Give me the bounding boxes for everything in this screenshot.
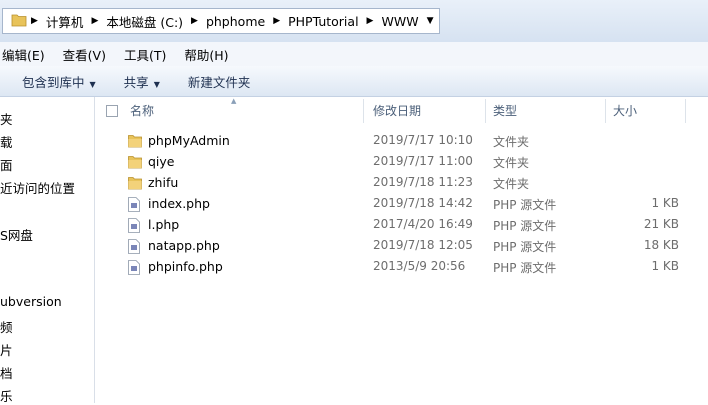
breadcrumb-item-phptutorial[interactable]: PHPTutorial ▶: [288, 14, 373, 29]
file-type: PHP 源文件: [493, 261, 557, 275]
column-type[interactable]: 类型: [493, 97, 517, 125]
nav-item[interactable]: 夹: [0, 109, 13, 128]
chevron-down-icon[interactable]: ▼: [427, 16, 434, 26]
sort-arrow-icon: ▲: [231, 97, 237, 105]
file-name: index.php: [148, 196, 210, 211]
file-size: 21 KB: [643, 217, 679, 231]
breadcrumb: ▶ 计算机 ▶ 本地磁盘 (C:) ▶ phphome ▶ PHPTutorial ▶ …: [31, 9, 433, 33]
column-divider[interactable]: [685, 99, 686, 123]
file-date: 2019/7/18 14:42: [373, 196, 473, 210]
nav-item[interactable]: ubversion: [0, 294, 62, 309]
file-row[interactable]: qiye 2019/7/17 11:00 文件夹: [95, 152, 708, 173]
file-type: 文件夹: [493, 156, 530, 170]
nav-item[interactable]: 频: [0, 317, 13, 336]
file-name: natapp.php: [148, 238, 220, 253]
chevron-right-icon[interactable]: ▶: [31, 16, 38, 26]
menu-edit[interactable]: 编辑(E): [2, 45, 45, 64]
file-name: phpMyAdmin: [148, 133, 230, 148]
address-bar-area: ▶ 计算机 ▶ 本地磁盘 (C:) ▶ phphome ▶ PHPTutorial ▶ …: [0, 0, 708, 42]
folder-icon: [128, 135, 142, 148]
file-type: 文件夹: [493, 135, 530, 149]
php-file-icon: [128, 260, 140, 275]
address-bar[interactable]: ▶ 计算机 ▶ 本地磁盘 (C:) ▶ phphome ▶ PHPTutorial ▶ …: [2, 8, 440, 34]
nav-item[interactable]: 片: [0, 340, 13, 359]
chevron-right-icon[interactable]: ▶: [367, 16, 374, 26]
select-all-checkbox[interactable]: [106, 105, 118, 117]
folder-icon: [11, 14, 27, 27]
file-row[interactable]: index.php 2019/7/18 14:42 PHP 源文件 1 KB: [95, 194, 708, 215]
file-name: phpinfo.php: [148, 259, 223, 274]
nav-item[interactable]: 乐: [0, 386, 13, 405]
nav-item[interactable]: S网盘: [0, 225, 33, 244]
dropdown-arrow-icon: ▼: [153, 79, 160, 89]
file-type: PHP 源文件: [493, 198, 557, 212]
php-file-icon: [128, 218, 140, 233]
column-divider[interactable]: [363, 99, 364, 123]
file-size: 1 KB: [651, 196, 679, 210]
column-name[interactable]: 名称: [130, 97, 154, 125]
file-type: PHP 源文件: [493, 219, 557, 233]
nav-item[interactable]: 近访问的位置: [0, 178, 75, 197]
include-in-library-button[interactable]: 包含到库中 ▼: [22, 72, 96, 91]
file-name: zhifu: [148, 175, 179, 190]
column-header-row: ▲ 名称 修改日期 类型 大小: [95, 97, 708, 125]
nav-item[interactable]: 档: [0, 363, 13, 382]
breadcrumb-item-phphome[interactable]: phphome ▶: [206, 14, 280, 29]
file-date: 2013/5/9 20:56: [373, 259, 466, 273]
file-type: PHP 源文件: [493, 240, 557, 254]
file-date: 2017/4/20 16:49: [373, 217, 473, 231]
file-size: 1 KB: [651, 259, 679, 273]
command-bar: 包含到库中 ▼ 共享 ▼ 新建文件夹: [0, 66, 708, 97]
file-name: l.php: [148, 217, 180, 232]
navigation-pane: 夹 载 面 近访问的位置 S网盘 ubversion 频 片 档 乐: [0, 97, 95, 405]
share-button[interactable]: 共享 ▼: [124, 72, 160, 91]
breadcrumb-item-www[interactable]: WWW ▼: [381, 14, 433, 29]
chevron-right-icon[interactable]: ▶: [91, 16, 98, 26]
folder-icon: [128, 177, 142, 190]
menu-tools[interactable]: 工具(T): [124, 45, 166, 64]
php-file-icon: [128, 239, 140, 254]
php-file-icon: [128, 197, 140, 212]
file-name: qiye: [148, 154, 175, 169]
file-row[interactable]: l.php 2017/4/20 16:49 PHP 源文件 21 KB: [95, 215, 708, 236]
folder-icon: [128, 156, 142, 169]
new-folder-button[interactable]: 新建文件夹: [188, 72, 251, 91]
chevron-right-icon[interactable]: ▶: [273, 16, 280, 26]
file-row[interactable]: natapp.php 2019/7/18 12:05 PHP 源文件 18 KB: [95, 236, 708, 257]
file-date: 2019/7/17 11:00: [373, 154, 473, 168]
column-divider[interactable]: [605, 99, 606, 123]
column-divider[interactable]: [485, 99, 486, 123]
file-row[interactable]: zhifu 2019/7/18 11:23 文件夹: [95, 173, 708, 194]
column-modified[interactable]: 修改日期: [373, 97, 421, 125]
menu-view[interactable]: 查看(V): [63, 45, 106, 64]
nav-item[interactable]: 载: [0, 132, 13, 151]
nav-item[interactable]: 面: [0, 155, 13, 174]
dropdown-arrow-icon: ▼: [89, 79, 96, 89]
file-type: 文件夹: [493, 177, 530, 191]
file-row[interactable]: phpinfo.php 2013/5/9 20:56 PHP 源文件 1 KB: [95, 257, 708, 278]
breadcrumb-item-computer[interactable]: 计算机 ▶: [46, 12, 98, 31]
file-date: 2019/7/18 12:05: [373, 238, 473, 252]
column-size[interactable]: 大小: [613, 97, 637, 125]
chevron-right-icon[interactable]: ▶: [191, 16, 198, 26]
file-date: 2019/7/17 10:10: [373, 133, 473, 147]
file-date: 2019/7/18 11:23: [373, 175, 473, 189]
file-row[interactable]: phpMyAdmin 2019/7/17 10:10 文件夹: [95, 131, 708, 152]
breadcrumb-item-local-disk[interactable]: 本地磁盘 (C:) ▶: [106, 12, 198, 31]
file-size: 18 KB: [643, 238, 679, 252]
menu-bar: 编辑(E) 查看(V) 工具(T) 帮助(H): [0, 42, 708, 66]
menu-help[interactable]: 帮助(H): [184, 45, 228, 64]
